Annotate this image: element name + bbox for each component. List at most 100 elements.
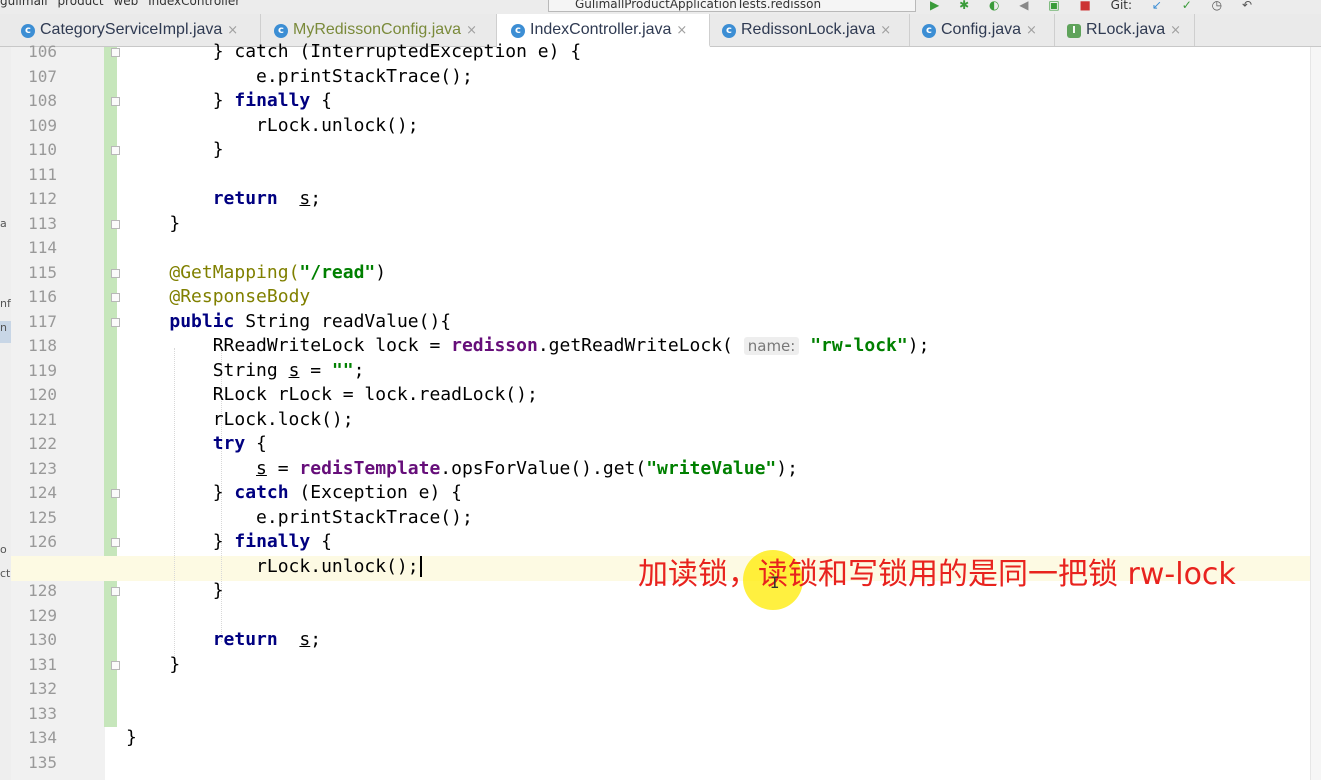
update-icon[interactable]: ↙ [1152,0,1162,12]
fold-marker-icon[interactable] [111,660,120,670]
tab-redisson-lock[interactable]: c RedissonLock.java × [710,14,910,46]
breadcrumb-item[interactable]: web [113,0,138,8]
code-line-125: e.printStackTrace(); [256,506,473,528]
line-number[interactable]: 122 [11,432,57,457]
code-line-106: } catch (InterruptedException e) { [212,41,582,62]
line-number[interactable]: 112 [11,187,57,212]
line-number[interactable]: 134 [11,726,57,751]
line-number[interactable]: 126 [11,530,57,555]
line-number[interactable]: 124 [11,481,57,506]
code-line-109: rLock.unlock(); [256,114,419,136]
revert-icon[interactable]: ↶ [1242,0,1252,12]
line-number[interactable]: 123 [11,457,57,482]
line-number[interactable]: 135 [11,751,57,776]
tab-label: Config.java [941,21,1022,38]
code-line-131: } [169,653,181,675]
close-icon[interactable]: × [466,23,477,38]
line-number[interactable]: 118 [11,334,57,359]
line-number-gutter[interactable]: 106 107 108 109 110 111 112 113 114 115 116 117 118 1… [11,42,105,780]
line-number[interactable]: 130 [11,628,57,653]
stop-icon[interactable]: ■ [1080,0,1091,12]
class-icon: c [922,24,936,38]
breadcrumb-item[interactable]: IndexController [148,0,240,8]
class-icon: c [722,24,736,38]
tool-strip-text: n [0,321,11,343]
fold-marker-icon[interactable] [111,489,120,498]
line-number[interactable]: 131 [11,653,57,678]
close-icon[interactable]: × [1170,23,1181,38]
line-number[interactable]: 110 [11,138,57,163]
line-number[interactable]: 116 [11,285,57,310]
tool-strip-text: nf [0,297,11,310]
line-number[interactable]: 108 [11,89,57,114]
line-number[interactable]: 120 [11,383,57,408]
code-line-121: rLock.lock(); [212,408,354,430]
line-number[interactable]: 114 [11,236,57,261]
fold-marker-icon[interactable] [111,146,120,155]
code-line-134: } [126,727,137,748]
class-icon: c [21,24,35,38]
history-icon[interactable]: ◷ [1212,0,1222,12]
line-number[interactable]: 109 [11,114,57,139]
code-line-123: s = redisTemplate.opsForValue().get("wri… [256,457,798,479]
tab-label: RLock.java [1086,21,1166,38]
overlay-annotation: 加读锁，读锁和写锁用的是同一把锁 rw-lock [638,557,1236,592]
coverage-icon[interactable]: ◐ [989,0,999,12]
close-icon[interactable]: × [1026,23,1037,38]
line-number[interactable]: 113 [11,212,57,237]
debug-icon[interactable]: ✱ [959,0,969,12]
close-icon[interactable]: × [880,23,891,38]
line-number[interactable]: 106 [11,40,57,65]
code-line-122: try { [212,433,267,454]
run-icon[interactable]: ▶ [930,0,939,12]
code-line-128: } [212,580,224,601]
profile-icon[interactable]: ◀ [1019,0,1028,12]
code-line-112: return s; [212,188,322,209]
line-number[interactable]: 111 [11,163,57,188]
line-number[interactable]: 125 [11,506,57,531]
text-cursor-icon: I [770,573,780,592]
line-number[interactable]: 132 [11,677,57,702]
line-number[interactable]: 107 [11,65,57,90]
breadcrumb-item[interactable]: product [57,0,103,8]
code-line-127: rLock.unlock(); [126,555,422,580]
close-icon[interactable]: × [227,23,238,38]
git-icon[interactable]: Git: [1111,0,1132,12]
tab-label: RedissonLock.java [741,21,876,38]
breadcrumb-item[interactable]: gulimall [0,0,48,8]
code-line-110: } [212,139,224,160]
line-number[interactable]: 115 [11,261,57,286]
fold-marker-icon[interactable] [111,293,120,302]
line-number[interactable]: 128 [11,579,57,604]
line-number[interactable]: 117 [11,310,57,335]
fold-marker-icon[interactable] [111,587,120,596]
code-line-107: e.printStackTrace(); [256,65,473,87]
line-number[interactable]: 119 [11,359,57,384]
run-configuration-select[interactable]: GulimallProductApplicationTests.redisson [548,0,916,12]
code-line-113: } [169,212,181,234]
line-number[interactable]: 129 [11,604,57,629]
tab-config[interactable]: c Config.java × [910,14,1055,46]
tab-rlock[interactable]: I RLock.java × [1055,14,1195,46]
code-line-130: return s; [212,629,322,650]
line-number[interactable]: 121 [11,408,57,433]
code-line-120: RLock rLock = lock.readLock(); [212,384,538,405]
code-line-119: String s = ""; [212,359,365,381]
fold-marker-icon[interactable] [111,317,120,327]
vertical-scrollbar[interactable] [1310,47,1321,780]
line-number[interactable]: 133 [11,702,57,727]
commit-icon[interactable]: ✓ [1182,0,1192,12]
close-icon[interactable]: × [676,23,687,38]
tool-strip-text: ct [0,567,11,580]
fold-marker-icon[interactable] [111,97,120,106]
code-line-108: } finally { [212,90,332,111]
fold-marker-icon[interactable] [111,48,120,57]
fold-marker-icon[interactable] [111,219,120,229]
fold-marker-icon[interactable] [111,538,120,547]
tab-label: MyRedissonConfig.java [293,21,462,38]
interface-icon: I [1067,24,1081,38]
code-line-124: } catch (Exception e) { [212,482,462,503]
build-icon[interactable]: ▣ [1048,0,1059,12]
breadcrumb: gulimall product web IndexController [0,0,246,8]
fold-marker-icon[interactable] [111,268,120,278]
